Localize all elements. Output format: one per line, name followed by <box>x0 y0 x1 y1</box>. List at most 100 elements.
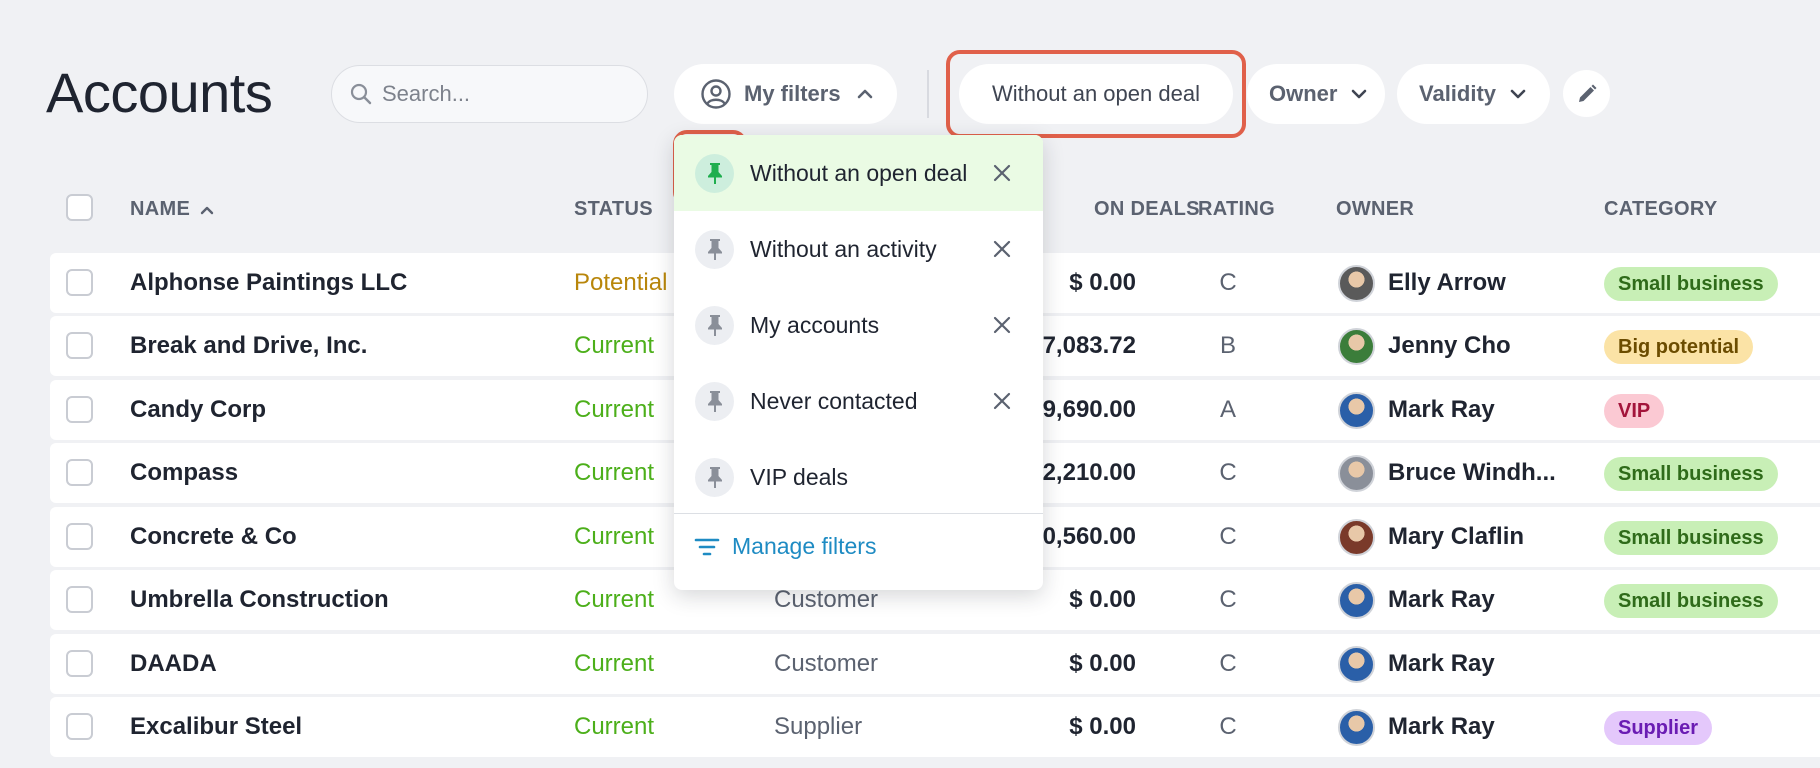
row-checkbox[interactable] <box>66 396 93 423</box>
filters-dropdown: Manage filters Without an open deal Witho… <box>674 135 1043 590</box>
account-type: Supplier <box>774 713 863 740</box>
filter-item[interactable]: Without an activity <box>674 211 1043 287</box>
account-rating: A <box>1219 396 1236 423</box>
pin-button[interactable] <box>695 305 734 345</box>
account-status: Current <box>574 459 655 486</box>
manage-filters-label: Manage filters <box>732 533 877 559</box>
search-icon <box>350 83 372 105</box>
open-deals-amount: $ 0.00 <box>1069 269 1136 296</box>
row-checkbox[interactable] <box>66 459 93 486</box>
row-checkbox[interactable] <box>66 713 93 740</box>
account-status: Current <box>574 332 655 359</box>
account-name[interactable]: DAADA <box>130 650 217 678</box>
owner-name: Jenny Cho <box>1388 332 1511 359</box>
my-filters-button[interactable]: My filters <box>674 64 897 124</box>
remove-filter-button[interactable] <box>990 161 1014 185</box>
category-badge: Supplier <box>1604 711 1713 745</box>
row-checkbox[interactable] <box>66 332 93 359</box>
search-input[interactable] <box>382 81 622 107</box>
account-name[interactable]: Concrete & Co <box>130 523 297 551</box>
account-rating: C <box>1219 650 1237 677</box>
account-name[interactable]: Candy Corp <box>130 396 266 424</box>
owner-name: Bruce Windh... <box>1388 459 1556 486</box>
filter-lines-icon <box>694 538 720 555</box>
pin-icon <box>707 163 722 184</box>
owner-name: Mark Ray <box>1388 650 1495 677</box>
filter-item-label: VIP deals <box>750 463 849 490</box>
owner-avatar <box>1338 709 1375 746</box>
column-header-name[interactable]: NAME <box>130 198 214 221</box>
category-badge: Small business <box>1604 584 1778 618</box>
pin-icon <box>707 391 722 412</box>
filter-item[interactable]: VIP deals <box>674 439 1043 515</box>
open-deals-amount: $ 0.00 <box>1069 586 1136 613</box>
row-checkbox[interactable] <box>66 269 93 296</box>
pin-button[interactable] <box>695 381 734 421</box>
active-filter-label: Without an open deal <box>992 81 1200 106</box>
column-header-open-deals[interactable]: ON DEALS <box>1094 198 1200 221</box>
select-all-checkbox[interactable] <box>66 194 93 221</box>
column-header-status[interactable]: STATUS <box>574 198 653 221</box>
table-row[interactable]: DAADA Current Customer $ 0.00 C Mark Ray <box>50 634 1820 694</box>
category-badge: Small business <box>1604 521 1778 555</box>
pin-button[interactable] <box>695 153 734 193</box>
edit-filters-button[interactable] <box>1563 70 1610 117</box>
remove-filter-button[interactable] <box>990 237 1014 261</box>
account-name[interactable]: Excalibur Steel <box>130 713 302 741</box>
filter-item[interactable]: Never contacted <box>674 363 1043 439</box>
account-name[interactable]: Alphonse Paintings LLC <box>130 269 407 297</box>
owner-name: Mark Ray <box>1388 586 1495 613</box>
account-status: Current <box>574 650 655 677</box>
open-deals-amount: 0,560.00 <box>1042 523 1136 550</box>
account-type: Customer <box>774 586 879 613</box>
account-name[interactable]: Umbrella Construction <box>130 586 389 614</box>
pin-button[interactable] <box>695 457 734 497</box>
category-badge: Big potential <box>1604 330 1754 364</box>
active-filter-chip[interactable]: Without an open deal <box>959 64 1233 124</box>
account-rating: C <box>1219 459 1237 486</box>
account-name[interactable]: Break and Drive, Inc. <box>130 332 367 360</box>
table-row[interactable]: Excalibur Steel Current Supplier $ 0.00 C Mar… <box>50 697 1820 757</box>
manage-filters-link[interactable]: Manage filters <box>694 533 876 560</box>
account-status: Current <box>574 523 655 550</box>
chevron-down-icon <box>1510 89 1526 99</box>
filter-item[interactable]: Without an open deal <box>674 135 1043 211</box>
row-checkbox[interactable] <box>66 586 93 613</box>
chevron-down-icon <box>1352 89 1367 99</box>
owner-filter-button[interactable]: Owner <box>1247 64 1385 124</box>
account-status: Potential <box>574 269 668 296</box>
owner-avatar <box>1338 646 1375 683</box>
column-header-rating[interactable]: RATING <box>1198 198 1275 221</box>
account-status: Current <box>574 713 655 740</box>
owner-avatar <box>1338 519 1375 556</box>
pencil-icon <box>1578 84 1596 102</box>
close-icon <box>993 392 1011 410</box>
page-title: Accounts <box>46 61 273 124</box>
search-box[interactable] <box>331 65 648 123</box>
column-header-owner[interactable]: OWNER <box>1336 198 1414 221</box>
account-rating: C <box>1219 523 1237 550</box>
owner-name: Mark Ray <box>1388 713 1495 740</box>
close-icon <box>993 240 1011 258</box>
close-icon <box>993 164 1011 182</box>
remove-filter-button[interactable] <box>990 389 1014 413</box>
chevron-up-icon <box>857 89 872 99</box>
user-circle-icon <box>701 79 731 109</box>
my-filters-label: My filters <box>744 81 841 106</box>
owner-name: Mark Ray <box>1388 396 1495 423</box>
account-name[interactable]: Compass <box>130 459 238 487</box>
remove-filter-button[interactable] <box>990 313 1014 337</box>
account-rating: C <box>1219 269 1237 296</box>
column-header-category[interactable]: CATEGORY <box>1604 198 1718 221</box>
account-status: Current <box>574 396 655 423</box>
validity-filter-button[interactable]: Validity <box>1397 64 1550 124</box>
open-deals-amount: 9,690.00 <box>1042 396 1136 423</box>
filter-item[interactable]: My accounts <box>674 287 1043 363</box>
filter-item-label: My accounts <box>750 311 880 338</box>
pin-icon <box>707 315 722 336</box>
account-rating: B <box>1219 332 1236 359</box>
pin-button[interactable] <box>695 229 734 269</box>
row-checkbox[interactable] <box>66 650 93 677</box>
row-checkbox[interactable] <box>66 523 93 550</box>
filter-item-label: Without an activity <box>750 235 937 262</box>
